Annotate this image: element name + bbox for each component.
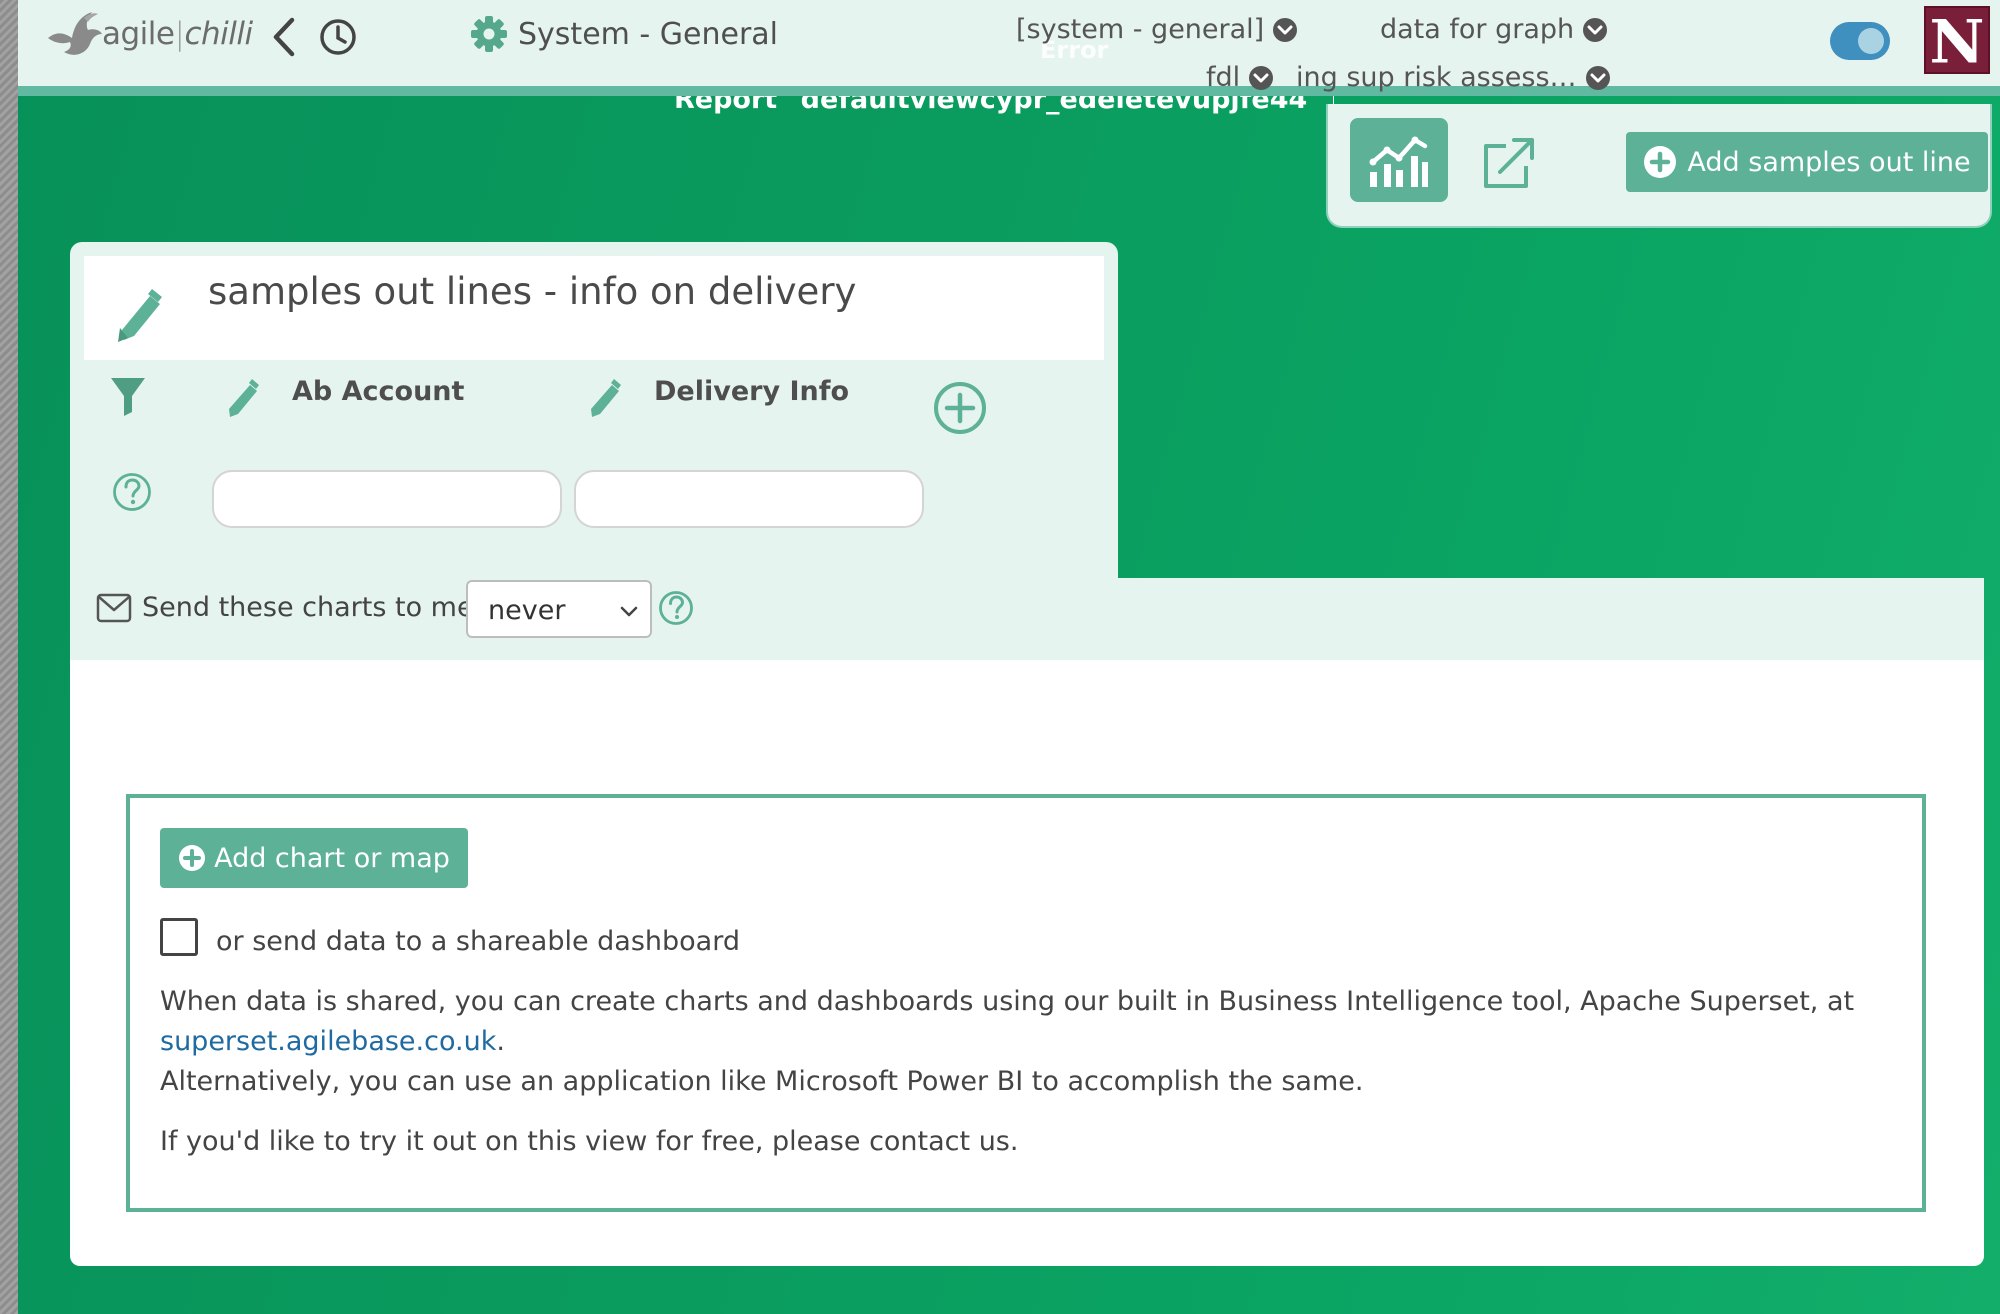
info-line-3: If you'd like to try it out on this view… <box>160 1126 1019 1157</box>
column-header-delivery-info[interactable]: Delivery Info <box>654 376 849 407</box>
dropdown-risk-assessment[interactable]: ing sup risk assess… <box>1296 62 1611 93</box>
frequency-select[interactable]: never <box>466 580 652 638</box>
action-panel: Add samples out line <box>1326 104 1992 228</box>
charts-content: Add chart or map or send data to a share… <box>70 660 1984 1266</box>
add-samples-out-line-button[interactable]: Add samples out line <box>1626 132 1988 192</box>
dropdown-label: data for graph <box>1380 14 1575 45</box>
add-chart-label: Add chart or map <box>214 842 450 874</box>
logo-text: agile|chilli <box>102 16 253 52</box>
share-dashboard-checkbox[interactable] <box>160 918 198 956</box>
view-title[interactable]: samples out lines - info on delivery <box>208 270 856 313</box>
chart-setup-box: Add chart or map or send data to a share… <box>126 794 1926 1212</box>
add-chart-button[interactable]: Add chart or map <box>160 828 468 888</box>
avatar[interactable]: N <box>1924 6 1990 78</box>
info-text: When data is shared, you can create char… <box>160 982 1900 1162</box>
dropdown-data-for-graph[interactable]: data for graph <box>1380 14 1608 45</box>
bird-logo-icon <box>48 12 102 55</box>
superset-link[interactable]: superset.agilebase.co.uk <box>160 1026 496 1057</box>
chevron-down-icon <box>620 606 638 617</box>
plus-circle-icon <box>1644 146 1677 178</box>
toggle-knob <box>1858 28 1884 54</box>
view-card: samples out lines - info on delivery Ab … <box>70 242 1118 578</box>
info-line-1: When data is shared, you can create char… <box>160 986 1855 1017</box>
column-header-ab-account[interactable]: Ab Account <box>292 376 464 407</box>
toggle-switch[interactable] <box>1830 22 1890 60</box>
share-dashboard-label: or send data to a shareable dashboard <box>216 926 740 957</box>
filter-input-delivery-info[interactable] <box>574 470 924 528</box>
app-title[interactable]: System - General <box>470 15 778 53</box>
send-charts-label: Send these charts to me <box>142 592 474 623</box>
filter-input-ab-account[interactable] <box>212 470 562 528</box>
plus-circle-icon <box>179 845 206 871</box>
add-column-icon[interactable] <box>932 380 988 436</box>
info-link-line: superset.agilebase.co.uk. <box>160 1026 505 1057</box>
app-window: agile|chilli System - General Error [sys… <box>18 0 2000 1314</box>
info-line-2: Alternatively, you can use an applicatio… <box>160 1066 1364 1097</box>
pencil-icon[interactable] <box>586 378 622 418</box>
gear-icon <box>471 16 507 52</box>
view-header: samples out lines - info on delivery <box>84 256 1104 360</box>
logo[interactable]: agile|chilli <box>44 8 253 60</box>
add-line-label: Add samples out line <box>1687 146 1971 178</box>
frequency-value: never <box>488 595 566 626</box>
help-icon[interactable] <box>658 590 694 626</box>
dropdown-fdl[interactable]: fdl <box>1206 62 1274 93</box>
report-error-message: Report "defaultviewcypr_edeletevupjfe44"… <box>674 96 1334 115</box>
svg-text:N: N <box>1930 8 1985 72</box>
history-icon[interactable] <box>318 17 358 57</box>
pencil-icon[interactable] <box>224 378 260 418</box>
send-charts-row: Send these charts to me never <box>70 578 1984 660</box>
chart-icon <box>1369 136 1428 187</box>
back-icon[interactable] <box>268 16 300 58</box>
charts-button[interactable] <box>1350 118 1448 202</box>
help-icon[interactable] <box>112 472 152 512</box>
window-edge <box>0 0 18 1314</box>
app-title-label: System - General <box>518 16 778 52</box>
top-bar: agile|chilli System - General Error [sys… <box>18 0 2000 96</box>
dropdown-label: [system - general] <box>1016 14 1265 45</box>
dropdown-label: fdl <box>1206 62 1241 93</box>
mail-icon <box>96 593 132 623</box>
avatar-letter: N <box>1930 8 1985 78</box>
dropdown-system-general[interactable]: [system - general] <box>1016 14 1298 45</box>
filter-icon <box>111 378 145 416</box>
dropdown-label: ing sup risk assess… <box>1296 62 1577 93</box>
chevron-down-icon <box>1583 17 1608 42</box>
pencil-icon[interactable] <box>114 286 164 342</box>
chevron-down-icon <box>1273 17 1298 42</box>
chevron-down-icon <box>1585 65 1610 90</box>
popout-icon[interactable] <box>1480 136 1538 190</box>
chevron-down-icon <box>1249 65 1274 90</box>
